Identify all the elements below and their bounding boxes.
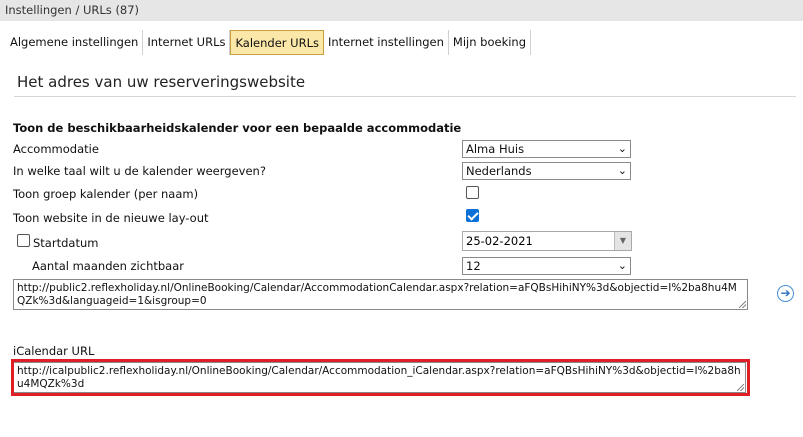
new-layout-label: Toon website in de nieuwe lay-out	[13, 211, 209, 225]
new-layout-checkbox[interactable]	[466, 209, 479, 222]
chevron-down-icon: ⌄	[617, 259, 627, 272]
window-title: Instellingen / URLs (87)	[0, 0, 803, 21]
form-heading: Toon de beschikbaarheidskalender voor ee…	[13, 121, 462, 135]
tab-algemene-instellingen[interactable]: Algemene instellingen	[6, 30, 144, 55]
language-value: Nederlands	[466, 164, 532, 178]
tab-kalender-urls[interactable]: Kalender URLs	[230, 30, 324, 55]
language-label: In welke taal wilt u de kalender weergev…	[13, 164, 266, 178]
start-date-label: Startdatum	[33, 236, 99, 250]
months-select[interactable]: 12 ⌄	[462, 257, 631, 275]
ical-label: iCalendar URL	[13, 344, 95, 358]
group-calendar-checkbox[interactable]	[466, 186, 479, 199]
start-date-checkbox[interactable]	[17, 234, 30, 247]
accommodation-label: Accommodatie	[13, 142, 99, 156]
resize-grip-icon[interactable]	[739, 301, 746, 308]
ical-highlight-box	[11, 359, 750, 396]
tab-bar: Algemene instellingen Internet URLs Kale…	[6, 30, 532, 55]
accommodation-value: Alma Huis	[466, 142, 525, 156]
group-calendar-label: Toon groep kalender (per naam)	[13, 187, 199, 201]
arrow-right-circle-icon[interactable]: ➔	[777, 285, 794, 302]
months-value: 12	[466, 259, 481, 273]
calendar-url-textarea[interactable]: http://public2.reflexholiday.nl/OnlineBo…	[13, 279, 748, 310]
calendar-url-text: http://public2.reflexholiday.nl/OnlineBo…	[17, 282, 737, 307]
chevron-down-icon: ⌄	[617, 164, 627, 177]
date-dropdown-button[interactable]: ▼	[614, 232, 631, 250]
language-select[interactable]: Nederlands ⌄	[462, 162, 631, 180]
section-divider	[14, 96, 796, 97]
start-date-value: 25-02-2021	[466, 234, 533, 248]
tab-internet-urls[interactable]: Internet URLs	[143, 30, 231, 55]
accommodation-select[interactable]: Alma Huis ⌄	[462, 140, 631, 158]
section-title: Het adres van uw reserveringswebsite	[17, 73, 306, 91]
start-date-field[interactable]: 25-02-2021 ▼	[462, 231, 632, 251]
tab-mijn-boeking[interactable]: Mijn boeking	[449, 30, 532, 55]
months-label: Aantal maanden zichtbaar	[32, 259, 184, 273]
chevron-down-icon: ⌄	[617, 142, 627, 155]
tab-internet-instellingen[interactable]: Internet instellingen	[324, 30, 449, 55]
